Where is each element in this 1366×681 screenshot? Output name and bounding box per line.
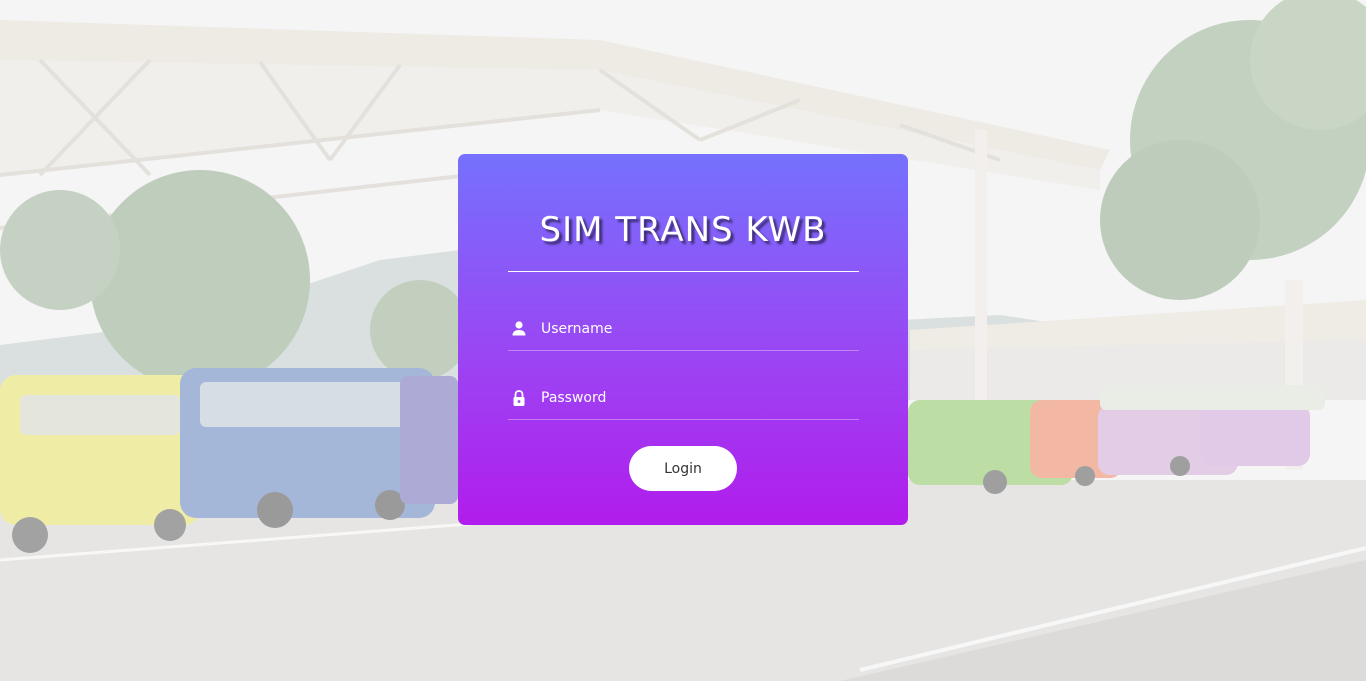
- username-field: [508, 310, 859, 351]
- app-title: SIM TRANS KWB: [539, 210, 827, 250]
- username-input[interactable]: [541, 316, 851, 342]
- user-icon: [511, 320, 527, 338]
- lock-icon: [511, 389, 527, 407]
- login-button[interactable]: Login: [629, 446, 737, 491]
- password-field: [508, 379, 859, 420]
- title-divider: [508, 271, 859, 272]
- login-card: SIM TRANS KWB Login: [458, 154, 908, 525]
- login-page: SIM TRANS KWB Login: [0, 0, 1366, 681]
- password-input[interactable]: [541, 385, 851, 411]
